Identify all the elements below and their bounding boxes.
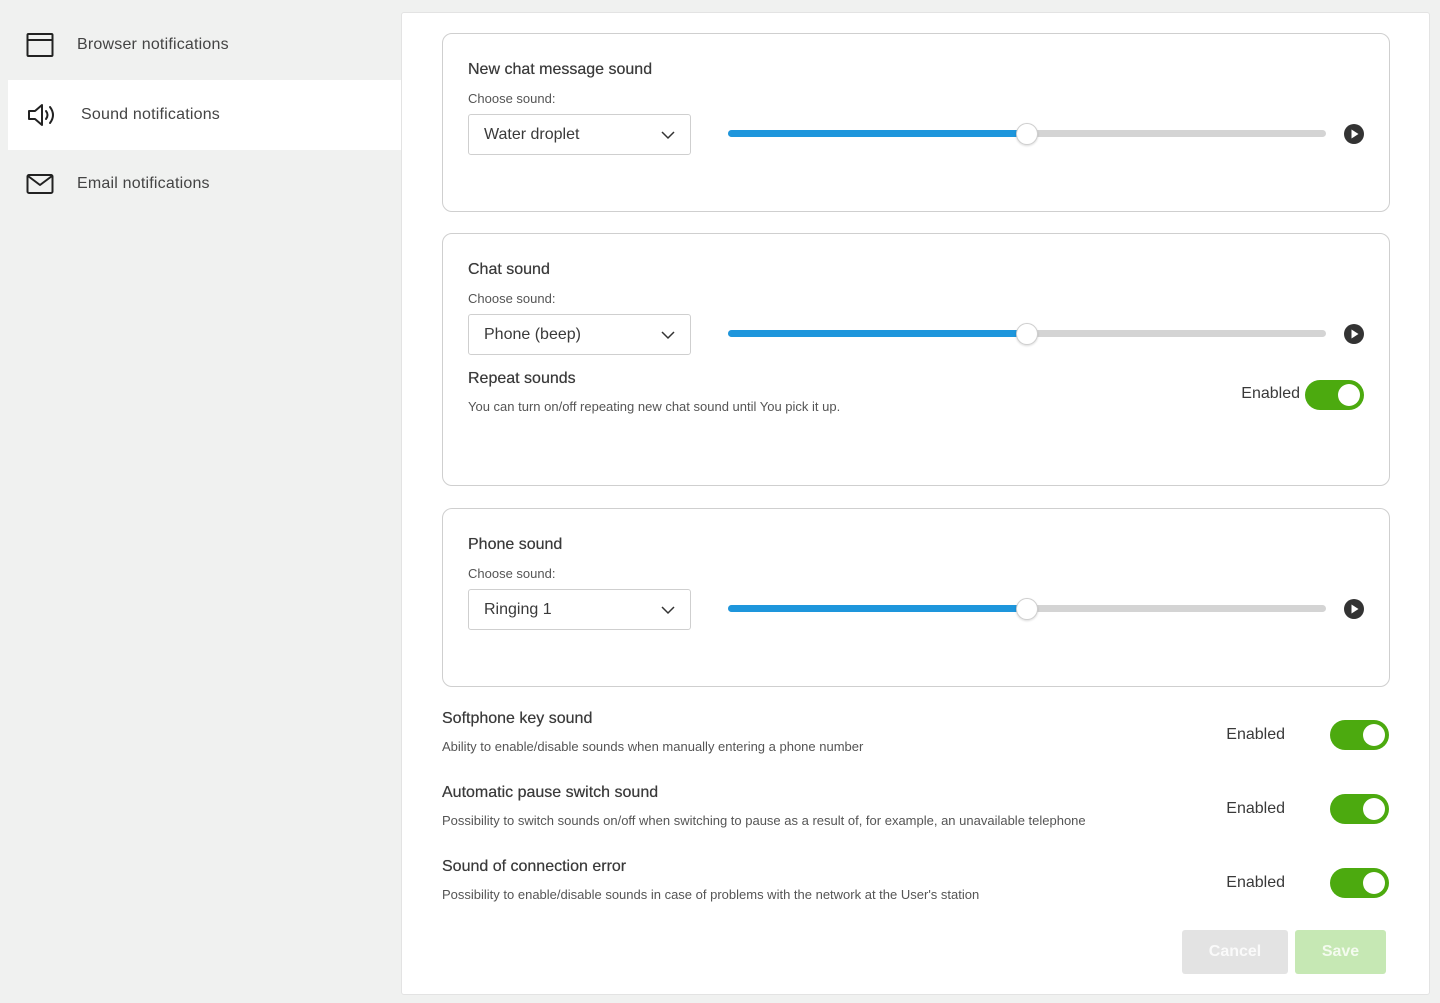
play-icon[interactable] [1343, 598, 1365, 620]
toggle-knob [1363, 798, 1385, 820]
connection-error-sound-title: Sound of connection error [442, 858, 627, 875]
sound-select-value: Water droplet [484, 126, 580, 143]
connection-error-sound-toggle[interactable] [1330, 868, 1389, 898]
slider-fill [728, 330, 1027, 337]
new-chat-message-sound-card: New chat message sound Choose sound: Wat… [442, 33, 1390, 212]
repeat-sounds-toggle[interactable] [1305, 380, 1364, 410]
connection-error-sound-description: Possibility to enable/disable sounds in … [442, 887, 980, 902]
softphone-key-sound-toggle[interactable] [1330, 720, 1389, 750]
sidebar-item-label: Browser notifications [77, 36, 229, 53]
card-title: Phone sound [468, 536, 563, 553]
slider-fill [728, 605, 1027, 612]
slider-fill [728, 130, 1027, 137]
phone-sound-card: Phone sound Choose sound: Ringing 1 [442, 508, 1390, 687]
play-icon[interactable] [1343, 323, 1365, 345]
envelope-icon [26, 169, 62, 199]
toggle-status-label: Enabled [1241, 385, 1300, 402]
play-icon[interactable] [1343, 123, 1365, 145]
chevron-down-icon [660, 127, 676, 143]
save-button[interactable]: Save [1295, 930, 1386, 974]
choose-sound-label: Choose sound: [468, 91, 556, 106]
toggle-knob [1363, 872, 1385, 894]
sound-select[interactable]: Water droplet [468, 114, 691, 155]
choose-sound-label: Choose sound: [468, 291, 556, 306]
sidebar-item-label: Email notifications [77, 175, 210, 192]
sidebar-item-sound-notifications[interactable]: Sound notifications [8, 80, 402, 150]
sound-settings-panel: New chat message sound Choose sound: Wat… [401, 12, 1430, 995]
toggle-status-label: Enabled [1226, 726, 1285, 743]
volume-slider[interactable] [728, 123, 1326, 145]
softphone-key-sound-title: Softphone key sound [442, 710, 593, 727]
speaker-icon [26, 100, 62, 130]
choose-sound-label: Choose sound: [468, 566, 556, 581]
settings-sidebar: Browser notifications Sound notification… [0, 0, 402, 1003]
repeat-sounds-description: You can turn on/off repeating new chat s… [468, 399, 841, 414]
toggle-status-label: Enabled [1226, 800, 1285, 817]
toggle-status-label: Enabled [1226, 874, 1285, 891]
chevron-down-icon [660, 327, 676, 343]
sidebar-item-email-notifications[interactable]: Email notifications [8, 149, 402, 219]
toggle-knob [1338, 384, 1360, 406]
sound-select[interactable]: Ringing 1 [468, 589, 691, 630]
slider-thumb[interactable] [1016, 598, 1038, 620]
automatic-pause-switch-sound-toggle[interactable] [1330, 794, 1389, 824]
sidebar-item-label: Sound notifications [81, 106, 221, 123]
automatic-pause-switch-sound-title: Automatic pause switch sound [442, 784, 659, 801]
slider-thumb[interactable] [1016, 323, 1038, 345]
automatic-pause-switch-sound-description: Possibility to switch sounds on/off when… [442, 813, 1086, 828]
card-title: Chat sound [468, 261, 550, 278]
chevron-down-icon [660, 602, 676, 618]
card-title: New chat message sound [468, 61, 653, 78]
sound-select-value: Phone (beep) [484, 326, 581, 343]
volume-slider[interactable] [728, 598, 1326, 620]
toggle-knob [1363, 724, 1385, 746]
repeat-sounds-title: Repeat sounds [468, 370, 576, 387]
volume-slider[interactable] [728, 323, 1326, 345]
cancel-button[interactable]: Cancel [1182, 930, 1288, 974]
sound-select[interactable]: Phone (beep) [468, 314, 691, 355]
sound-select-value: Ringing 1 [484, 601, 552, 618]
chat-sound-card: Chat sound Choose sound: Phone (beep) Re… [442, 233, 1390, 486]
softphone-key-sound-description: Ability to enable/disable sounds when ma… [442, 739, 864, 754]
slider-thumb[interactable] [1016, 123, 1038, 145]
sidebar-item-browser-notifications[interactable]: Browser notifications [8, 10, 402, 80]
browser-window-icon [26, 30, 62, 60]
